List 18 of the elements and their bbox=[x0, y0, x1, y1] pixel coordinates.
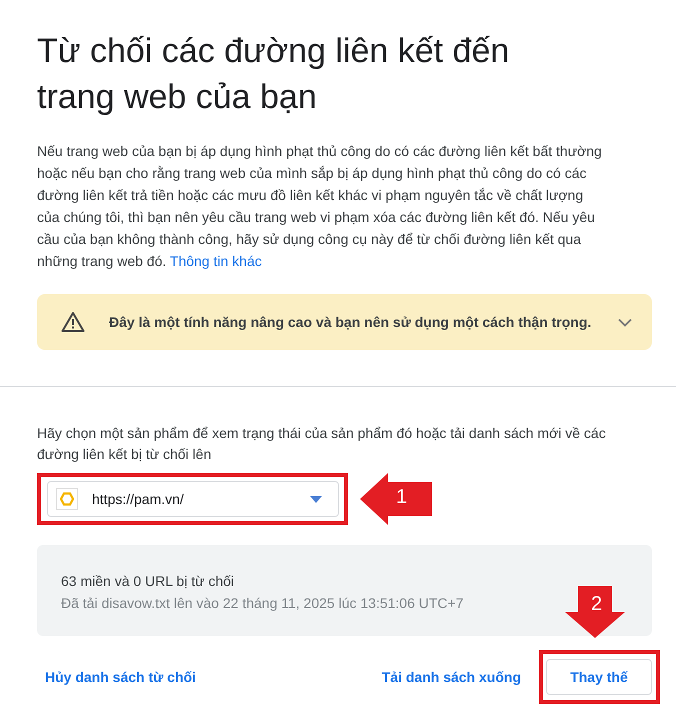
callout-arrow: 1 bbox=[360, 473, 432, 525]
action-link[interactable]: Tải danh sách xuống bbox=[382, 669, 521, 685]
prompt-text: Hãy chọn một sản phẩm để xem trạng thái của sản phẩm đó hoặc tải danh sách mới về các đường liên kết bị từ chối lên bbox=[37, 424, 607, 464]
property-dropdown[interactable]: https://pam.vn/ bbox=[47, 481, 339, 517]
callout-arrow: 2 bbox=[565, 586, 625, 638]
selected-url: https://pam.vn/ bbox=[92, 491, 185, 507]
status-summary: 63 miền và 0 URL bị từ chối bbox=[61, 573, 236, 589]
status-detail: Đã tải disavow.txt lên vào 22 tháng 11, 2025 lúc 13:51:06 UTC+7 bbox=[61, 595, 464, 611]
action-link[interactable]: Hủy danh sách từ chối bbox=[45, 669, 196, 685]
warning-text: Đây là một tính năng nâng cao và bạn nên sử dụng một cách thận trọng. bbox=[109, 314, 592, 330]
site-icon bbox=[56, 488, 78, 510]
caret-icon bbox=[310, 496, 322, 502]
warning-banner[interactable]: Đây là một tính năng nâng cao và bạn nên sử dụng một cách thận trọng. bbox=[37, 294, 652, 350]
more-info-link[interactable]: Thông tin khác bbox=[170, 253, 262, 269]
warning-icon bbox=[61, 311, 85, 333]
replace-button[interactable]: Thay thế bbox=[546, 659, 652, 695]
description-text: Nếu trang web của bạn bị áp dụng hình phạt thủ công do có các đường liên kết bất thường hoặc nếu bạn cho rằng trang web của mình sắp bị áp dụng hình phạt thủ công do có các đường liên kết trả tiền hoặc các mưu đồ liên kết khác vi phạm nguyên tắc về chất lượng của chúng tôi, thì bạn nên yêu cầu trang web vi phạm xóa các đường liên kết đó. Nếu yêu cầu của bạn không thành công, hãy sử dụng công cụ này để từ chối đường liên kết qua những trang web đó. Thông tin khác bbox=[37, 142, 603, 271]
page-title: Từ chối các đường liên kết đến trang web của bạn bbox=[37, 31, 510, 118]
